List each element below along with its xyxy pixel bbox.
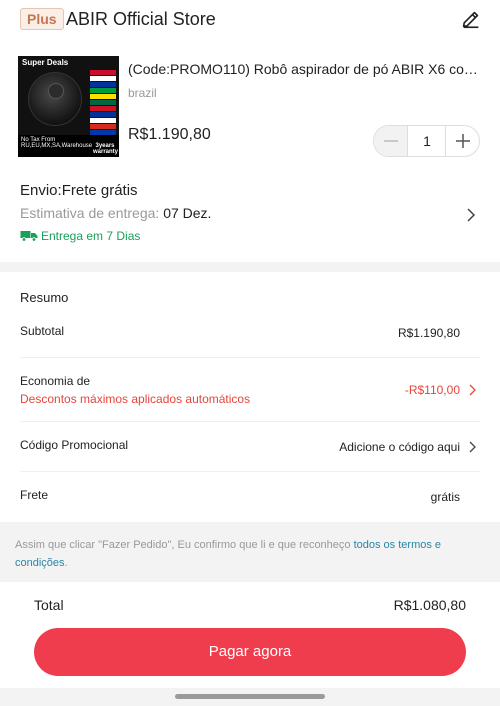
thumbnail-warranty-word: warranty: [93, 149, 119, 155]
product-variant: brazil: [128, 86, 157, 100]
promo-code-row[interactable]: Código Promocional Adicione o código aqu…: [20, 422, 480, 472]
plus-badge: Plus: [20, 8, 64, 30]
store-name[interactable]: ABIR Official Store: [66, 8, 216, 30]
product-item: Super Deals No Tax From RU,EU,MX,SA,Ware…: [0, 52, 500, 162]
total-value: R$1.080,80: [393, 597, 466, 613]
subtotal-value: R$1.190,80: [397, 326, 460, 340]
edit-pencil-icon[interactable]: [460, 8, 482, 30]
checkout-page: Plus ABIR Official Store Super Deals No …: [0, 0, 500, 706]
chevron-right-icon[interactable]: [468, 441, 476, 453]
promo-code-label: Código Promocional: [20, 438, 129, 452]
conditions-link[interactable]: condições: [15, 557, 65, 569]
terms-disclaimer: Assim que clicar "Fazer Pedido", Eu conf…: [0, 522, 500, 582]
fast-delivery-tag: Entrega em 7 Dias: [20, 229, 140, 243]
quantity-increase-button[interactable]: [445, 126, 479, 156]
truck-icon: [20, 231, 38, 242]
delivery-estimate-label: Estimativa de entrega:: [20, 205, 164, 221]
robot-vacuum-image: [28, 72, 82, 126]
shipping-fee-label: Frete: [20, 488, 49, 502]
section-divider: [0, 262, 500, 272]
shipping-title: Envio:Frete grátis: [20, 182, 138, 199]
thumbnail-warranty-badge: 3years warranty: [93, 143, 119, 155]
savings-label: Economia de: [20, 374, 91, 388]
shipping-fee-row: Frete grátis: [20, 472, 480, 522]
thumbnail-super-deals-text: Super Deals: [22, 58, 69, 67]
chevron-right-icon[interactable]: [465, 208, 477, 222]
terms-link[interactable]: todos os termos e: [354, 539, 441, 551]
subtotal-label: Subtotal: [20, 324, 65, 338]
quantity-decrease-button[interactable]: [374, 126, 408, 156]
country-flags-image: [90, 70, 116, 142]
delivery-estimate: Estimativa de entrega: 07 Dez.: [20, 205, 211, 221]
savings-value: -R$110,00: [404, 383, 460, 397]
product-thumbnail[interactable]: Super Deals No Tax From RU,EU,MX,SA,Ware…: [18, 56, 119, 157]
minus-icon: [383, 140, 398, 142]
disclaimer-end: .: [64, 557, 68, 569]
quantity-value[interactable]: 1: [408, 126, 446, 156]
product-title[interactable]: (Code:PROMO110) Robô aspirador de pó ABI…: [128, 60, 478, 78]
delivery-estimate-date: 07 Dez.: [163, 205, 212, 221]
shipping-fee-value: grátis: [430, 490, 460, 504]
quantity-stepper: 1: [373, 125, 480, 157]
product-price: R$1.190,80: [128, 126, 211, 143]
summary-title: Resumo: [20, 290, 69, 305]
plus-icon: [455, 134, 470, 148]
total-label: Total: [34, 597, 64, 613]
chevron-right-icon[interactable]: [468, 384, 476, 396]
shipping-section[interactable]: Envio:Frete grátis Estimativa de entrega…: [0, 176, 500, 262]
disclaimer-text: Assim que clicar "Fazer Pedido", Eu conf…: [15, 539, 354, 551]
fast-delivery-text: Entrega em 7 Dias: [41, 229, 141, 243]
savings-row[interactable]: Economia de Descontos máximos aplicados …: [20, 358, 480, 422]
home-indicator[interactable]: [175, 694, 325, 699]
promo-code-value: Adicione o código aqui: [339, 440, 460, 454]
subtotal-row: Subtotal R$1.190,80: [20, 314, 480, 358]
savings-description: Descontos máximos aplicados automáticos: [20, 392, 251, 406]
pay-now-button[interactable]: Pagar agora: [34, 628, 466, 676]
store-header: Plus ABIR Official Store: [0, 0, 500, 40]
